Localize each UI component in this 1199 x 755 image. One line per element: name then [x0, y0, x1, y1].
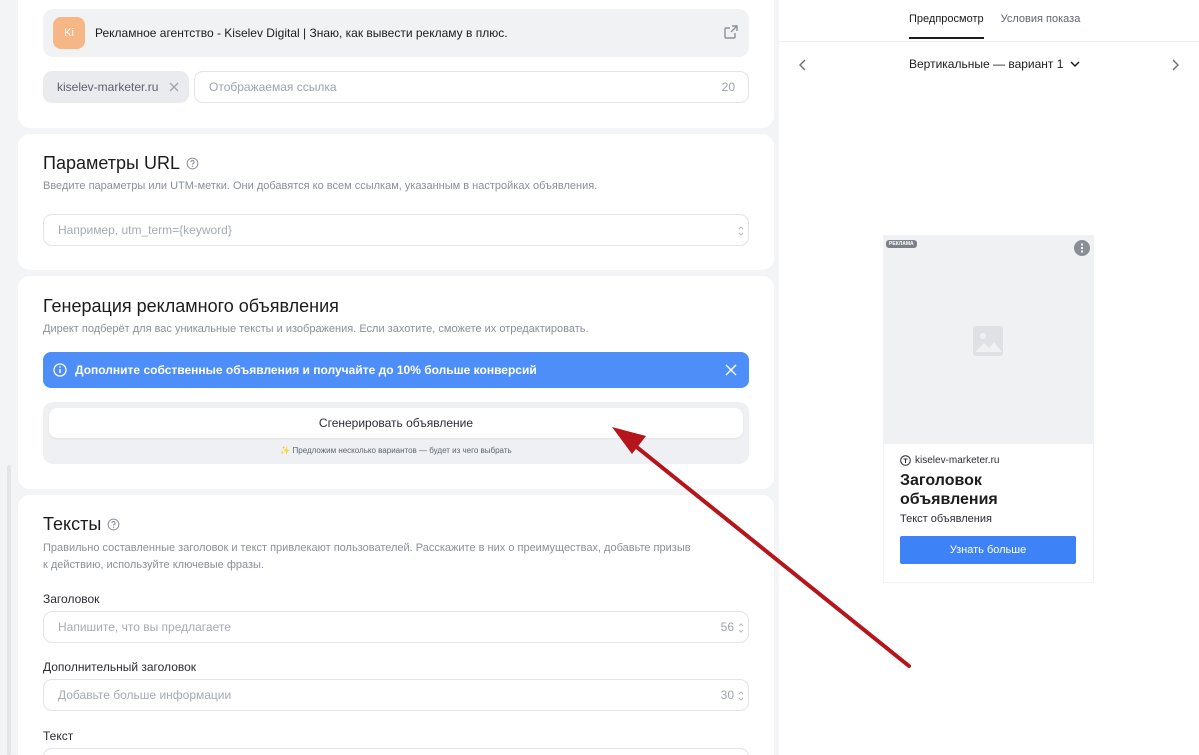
site-logo: Ki	[53, 17, 85, 49]
banner-text: Дополните собственные объявления и получ…	[75, 363, 537, 377]
image-icon	[973, 326, 1003, 356]
subheadline-placeholder: Добавьте больше информации	[58, 688, 232, 702]
ad-badge: РЕКЛАМА	[886, 240, 917, 248]
text-input[interactable]	[43, 748, 749, 755]
texts-title-text: Тексты	[43, 514, 102, 534]
chevron-right-icon[interactable]	[1169, 58, 1181, 72]
info-icon	[53, 363, 67, 377]
stepper-icon[interactable]	[737, 689, 745, 703]
headline-input[interactable]: Напишите, что вы предлагаете 56	[43, 611, 749, 643]
texts-title: Тексты	[43, 514, 120, 535]
preview-tabs: Предпросмотр Условия показа	[909, 13, 1080, 39]
headline-label: Заголовок	[43, 592, 100, 606]
preview-panel: Предпросмотр Условия показа Вертикальные…	[779, 0, 1199, 755]
close-icon[interactable]	[724, 363, 738, 377]
variant-label: Вертикальные — вариант 1	[909, 57, 1064, 71]
ad-domain: kiselev-marketer.ru	[900, 455, 999, 466]
site-title-row: Ki Рекламное агентство - Kiselev Digital…	[43, 9, 749, 57]
ad-image-placeholder: РЕКЛАМА	[884, 236, 1093, 444]
url-params-description: Введите параметры или UTM-метки. Они доб…	[43, 180, 598, 192]
subheadline-input[interactable]: Добавьте больше информации 30	[43, 679, 749, 711]
generate-hint: ✨ Предложим несколько вариантов — будет …	[280, 446, 512, 455]
generate-box: Сгенерировать объявление ✨ Предложим нес…	[43, 402, 749, 464]
text-label: Текст	[43, 729, 74, 743]
site-card: Ki Рекламное агентство - Kiselev Digital…	[18, 0, 774, 128]
url-params-input[interactable]: Например, utm_term={keyword}	[43, 214, 749, 246]
help-icon[interactable]	[186, 157, 199, 170]
scrollbar[interactable]	[7, 465, 11, 755]
tabs-divider	[779, 41, 1199, 42]
stepper-icon[interactable]	[737, 621, 745, 635]
chevron-left-icon[interactable]	[797, 58, 809, 72]
display-link-input[interactable]: Отображаемая ссылка 20	[194, 71, 749, 103]
headline-counter: 56	[720, 620, 734, 634]
help-icon[interactable]	[107, 518, 120, 531]
generation-description: Директ подберёт для вас уникальные текст…	[43, 323, 589, 335]
ad-generation-card: Генерация рекламного объявления Директ п…	[18, 276, 774, 489]
url-params-placeholder: Например, utm_term={keyword}	[58, 223, 232, 237]
texts-description-line1: Правильно составленные заголовок и текст…	[43, 542, 691, 554]
texts-card: Тексты Правильно составленные заголовок …	[18, 495, 774, 755]
tab-preview[interactable]: Предпросмотр	[909, 13, 984, 39]
ad-headline: Заголовок объявления	[900, 472, 998, 508]
left-scroll-strip	[0, 0, 18, 755]
ad-preview-card: РЕКЛАМА kiselev-marketer.ru Заголовок об…	[884, 236, 1093, 582]
external-link-icon[interactable]	[723, 24, 739, 40]
more-options-icon[interactable]	[1074, 240, 1090, 256]
info-banner: Дополните собственные объявления и получ…	[43, 352, 749, 388]
url-params-title-text: Параметры URL	[43, 153, 180, 173]
site-title: Рекламное агентство - Kiselev Digital | …	[95, 26, 508, 40]
stepper-icon[interactable]	[737, 224, 745, 238]
close-icon[interactable]	[167, 80, 181, 94]
variant-selector[interactable]: Вертикальные — вариант 1	[909, 57, 1081, 71]
url-params-title: Параметры URL	[43, 153, 199, 174]
ad-text: Текст объявления	[900, 513, 992, 525]
favicon-icon	[900, 455, 911, 466]
display-link-counter: 20	[721, 80, 735, 94]
subheadline-counter: 30	[720, 688, 734, 702]
ad-cta-button[interactable]: Узнать больше	[900, 536, 1076, 564]
generate-ad-button[interactable]: Сгенерировать объявление	[49, 408, 743, 438]
headline-placeholder: Напишите, что вы предлагаете	[58, 620, 231, 634]
display-link-placeholder: Отображаемая ссылка	[209, 80, 337, 94]
domain-chip: kiselev-marketer.ru	[43, 71, 189, 103]
generation-title: Генерация рекламного объявления	[43, 296, 339, 316]
url-params-card: Параметры URL Введите параметры или UTM-…	[18, 134, 774, 270]
subheadline-label: Дополнительный заголовок	[43, 660, 197, 674]
tab-display-conditions[interactable]: Условия показа	[1001, 13, 1081, 39]
domain-chip-label: kiselev-marketer.ru	[57, 80, 159, 94]
ad-domain-text: kiselev-marketer.ru	[915, 455, 1000, 466]
chevron-down-icon	[1070, 61, 1080, 68]
texts-description-line2: к действию, используйте ключевые фразы.	[43, 559, 265, 571]
